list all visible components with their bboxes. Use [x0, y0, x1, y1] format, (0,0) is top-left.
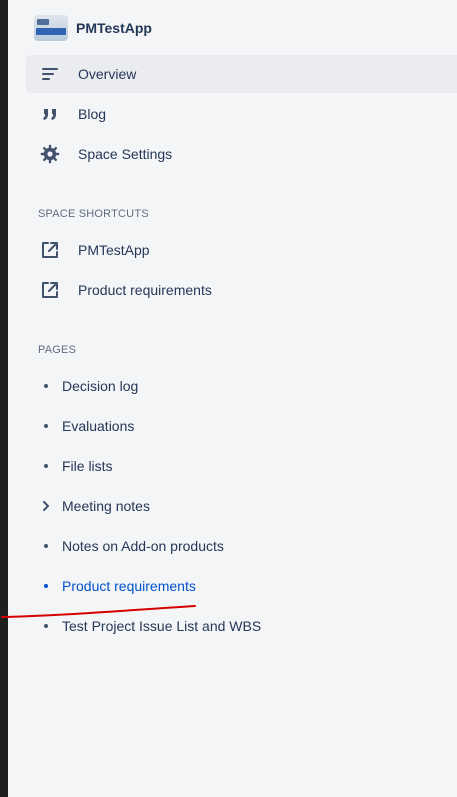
- page-label: Product requirements: [62, 578, 196, 594]
- page-item-decision-log[interactable]: Decision log: [38, 374, 138, 398]
- nav-overview[interactable]: Overview: [26, 55, 457, 93]
- page-item-meeting-notes[interactable]: Meeting notes: [38, 494, 150, 518]
- page-label: Meeting notes: [62, 498, 150, 514]
- page-label: Test Project Issue List and WBS: [62, 618, 262, 634]
- page-item-product-requirements[interactable]: Product requirements: [38, 574, 196, 598]
- shortcut-label: Product requirements: [78, 282, 212, 298]
- space-sidebar: PMTestApp Overview Blog Space Settings S…: [8, 0, 457, 797]
- page-label: Evaluations: [62, 418, 135, 434]
- external-link-icon: [40, 280, 60, 300]
- nav-space-settings[interactable]: Space Settings: [26, 135, 457, 173]
- gear-icon: [40, 144, 60, 164]
- space-name[interactable]: PMTestApp: [76, 20, 152, 36]
- bullet-icon: [38, 578, 54, 594]
- page-item-file-lists[interactable]: File lists: [38, 454, 113, 478]
- external-link-icon: [40, 240, 60, 260]
- shortcut-pmtestapp[interactable]: PMTestApp: [26, 231, 457, 269]
- page-label: File lists: [62, 458, 113, 474]
- bullet-icon: [38, 538, 54, 554]
- bullet-icon: [38, 418, 54, 434]
- section-title-shortcuts: SPACE SHORTCUTS: [38, 208, 149, 220]
- bullet-icon: [38, 618, 54, 634]
- shortcut-product-requirements[interactable]: Product requirements: [26, 271, 457, 309]
- bullet-icon: [38, 378, 54, 394]
- nav-overview-label: Overview: [78, 66, 137, 82]
- space-header[interactable]: PMTestApp: [34, 12, 152, 44]
- bullet-icon: [38, 458, 54, 474]
- page-item-evaluations[interactable]: Evaluations: [38, 414, 134, 438]
- chevron-right-icon[interactable]: [38, 498, 54, 514]
- quote-icon: [40, 104, 60, 124]
- page-label: Decision log: [62, 378, 139, 394]
- nav-blog[interactable]: Blog: [26, 95, 457, 133]
- nav-space-settings-label: Space Settings: [78, 146, 173, 162]
- space-logo[interactable]: [34, 15, 68, 41]
- window-left-edge: [0, 0, 8, 797]
- page-item-notes-on-add-on-products[interactable]: Notes on Add-on products: [38, 534, 224, 558]
- red-annotation-line: [1, 605, 196, 618]
- page-label: Notes on Add-on products: [62, 538, 224, 554]
- section-title-pages: PAGES: [38, 344, 77, 356]
- nav-blog-label: Blog: [78, 106, 107, 122]
- shortcut-label: PMTestApp: [78, 242, 150, 258]
- overview-icon: [40, 64, 60, 84]
